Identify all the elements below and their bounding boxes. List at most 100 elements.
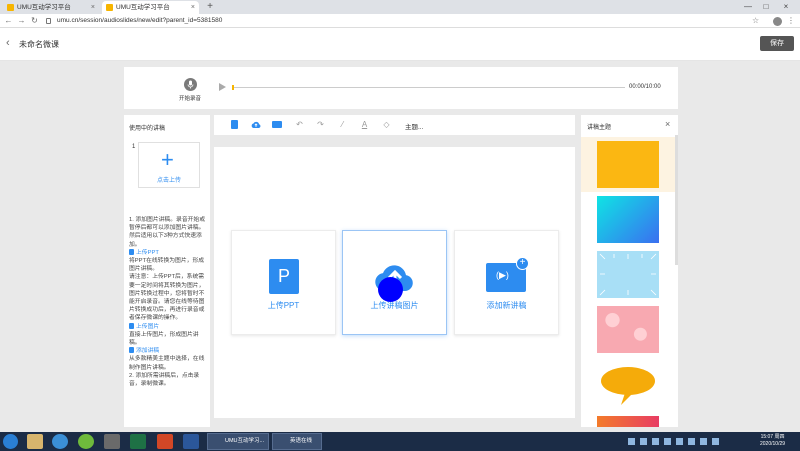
brush-icon[interactable]: ⁄ (338, 120, 347, 129)
save-button[interactable]: 保存 (760, 36, 794, 51)
font-color-icon[interactable]: A (360, 120, 369, 129)
slide-canvas: P 上传PPT 上传讲稿图片 (▶) + 添加新讲稿 (214, 147, 575, 418)
close-window-button[interactable]: × (778, 0, 794, 14)
system-tray[interactable] (628, 437, 728, 446)
word-icon[interactable] (183, 434, 199, 449)
instruction-text: 直接上传图片，形成图片讲稿。 (129, 331, 199, 347)
instruction-line[interactable]: 上传PPT (129, 248, 208, 257)
media-app-icon[interactable] (78, 434, 94, 449)
url-input[interactable]: umu.cn/session/audioslides/new/edit?pare… (57, 14, 222, 28)
taskbar-clock[interactable]: 15:07 周四 2020/10/29 (760, 434, 785, 448)
cloud-upload-icon[interactable] (251, 120, 261, 129)
instruction-text: 请注意：上传PPT后，系统需要一定时间将其转换为图片，图片转换过程中，您将暂时不… (129, 274, 205, 322)
slide-title-input[interactable]: 主题... (405, 121, 423, 131)
play-icon[interactable] (219, 83, 226, 91)
os-taskbar: UMU互动学习... 英语在线 15:07 周四 2020/10/29 (0, 432, 800, 451)
instruction-text: 添加讲稿 (136, 348, 160, 355)
reload-icon[interactable]: ↻ (29, 14, 40, 28)
browser-tab-1-label: UMU互动学习平台 (17, 4, 71, 11)
browser-tab-1[interactable]: UMU互动学习平台 × (3, 1, 99, 14)
undo-icon[interactable]: ↶ (295, 120, 304, 129)
file-explorer-icon[interactable] (27, 434, 43, 449)
instruction-text: 1. 添加图片讲稿。录音开始或暂停后都可以添加图片讲稿。然后适用以下3种方式快速… (129, 217, 206, 248)
powerpoint-icon[interactable] (157, 434, 173, 449)
taskbar-app-window[interactable]: 英语在线 (272, 433, 322, 450)
recorder-bar: 开始录音 00:00/10:00 (124, 67, 678, 109)
instruction-line: 直接上传图片，形成图片讲稿。 (129, 331, 208, 347)
eraser-icon[interactable]: ◇ (382, 120, 391, 129)
themes-panel-title: 讲稿主题 (587, 125, 612, 131)
excel-icon[interactable] (130, 434, 146, 449)
cursor-indicator (378, 277, 403, 302)
instruction-line[interactable]: 添加讲稿 (129, 347, 208, 355)
upload-image-label: 上传讲稿图片 (370, 301, 419, 310)
minimize-button[interactable]: — (740, 0, 756, 14)
image-icon[interactable] (272, 121, 282, 128)
theme-light-blue-arrows[interactable] (597, 251, 659, 298)
bookmark-star-icon[interactable]: ☆ (752, 14, 759, 28)
close-icon[interactable]: × (665, 119, 670, 129)
maximize-button[interactable]: □ (758, 0, 774, 14)
lock-icon (46, 18, 51, 24)
clock-time: 15:07 周四 (760, 434, 785, 440)
editor-toolbar: ↶ ↷ ⁄ A ◇ 主题... (214, 115, 575, 135)
app-icon[interactable] (104, 434, 120, 449)
browser-tab-2-label: UMU互动学习平台 (116, 4, 170, 11)
theme-yellow[interactable] (597, 141, 659, 188)
progress-track[interactable] (233, 87, 625, 88)
instruction-text: 上传PPT (136, 249, 159, 256)
upload-slide-label: 点击上传 (156, 178, 181, 184)
forward-arrow-icon[interactable]: → (16, 14, 27, 28)
page-title: 未命名微课 (19, 40, 59, 49)
play-circle-icon: (▶) (496, 270, 509, 280)
plus-badge-icon: + (516, 257, 529, 270)
instruction-line: 1. 添加图片讲稿。录音开始或暂停后都可以添加图片讲稿。然后适用以下3种方式快速… (129, 216, 208, 249)
close-tab-1-icon[interactable]: × (91, 1, 95, 14)
umu-favicon-icon (106, 4, 113, 11)
upload-ppt-label: 上传PPT (267, 301, 300, 310)
start-menu-icon[interactable] (3, 434, 18, 449)
taskbar-browser-window[interactable]: UMU互动学习... (207, 433, 269, 450)
microphone-icon[interactable] (184, 78, 197, 91)
upload-slide-card[interactable]: + 点击上传 (138, 142, 200, 188)
instruction-bullet-icon (129, 248, 134, 255)
address-bar: ← → ↻ umu.cn/session/audioslides/new/edi… (0, 14, 800, 28)
instruction-line[interactable]: 上传图片 (129, 322, 208, 331)
start-recording-label[interactable]: 开始录音 (179, 94, 201, 102)
theme-pink-hearts[interactable] (597, 306, 659, 353)
instruction-line: 2. 添加所需讲稿后，点击录音，录制微课。 (129, 372, 208, 388)
instruction-bullet-icon (129, 322, 134, 329)
add-new-slide-option[interactable]: (▶) + 添加新讲稿 (454, 230, 559, 335)
add-new-slide-label: 添加新讲稿 (486, 301, 527, 310)
instruction-bullet-icon (129, 347, 134, 354)
instruction-line: 从多款精美主题中选择，在线制作图片讲稿。 (129, 355, 208, 371)
themes-scrollbar[interactable] (675, 135, 678, 265)
new-tab-button[interactable]: + (204, 0, 216, 14)
instruction-text: 2. 添加所需讲稿后，点击录音，录制微课。 (129, 372, 200, 388)
back-arrow-icon[interactable]: ← (3, 14, 14, 28)
browser-tab-2[interactable]: UMU互动学习平台 × (102, 1, 199, 14)
upload-ppt-option[interactable]: P 上传PPT (231, 230, 336, 335)
progress-knob[interactable] (232, 85, 234, 90)
instructions-text: 1. 添加图片讲稿。录音开始或暂停后都可以添加图片讲稿。然后适用以下3种方式快速… (129, 216, 208, 388)
theme-speech-bubble[interactable] (597, 361, 659, 408)
themes-panel: 讲稿主题 × (581, 115, 678, 427)
add-slide-icon: (▶) + (486, 257, 529, 292)
profile-avatar-icon[interactable] (773, 17, 782, 26)
theme-cyan-blue-gradient[interactable] (597, 196, 659, 243)
browser-menu-icon[interactable]: ⋮ (787, 14, 795, 28)
internet-explorer-icon[interactable] (52, 434, 68, 449)
redo-icon[interactable]: ↷ (316, 120, 325, 129)
browser-tab-bar: UMU互动学习平台 × UMU互动学习平台 × + — □ × (0, 0, 800, 14)
theme-orange-red-gradient[interactable] (597, 416, 659, 427)
plus-icon: + (161, 147, 174, 172)
instruction-line: 请注意：上传PPT后，系统需要一定时间将其转换为图片，图片转换过程中，您将暂时不… (129, 273, 208, 322)
taskbar-browser-label: UMU互动学习... (225, 438, 265, 444)
back-chevron-icon[interactable]: ‹ (6, 37, 10, 49)
time-display: 00:00/10:00 (629, 84, 661, 90)
page-icon[interactable] (231, 120, 238, 129)
clock-date: 2020/10/29 (760, 441, 786, 447)
instruction-text: 从多款精美主题中选择，在线制作图片讲稿。 (129, 356, 205, 371)
close-tab-2-icon[interactable]: × (191, 1, 195, 14)
taskbar-app-label: 英语在线 (290, 438, 313, 444)
